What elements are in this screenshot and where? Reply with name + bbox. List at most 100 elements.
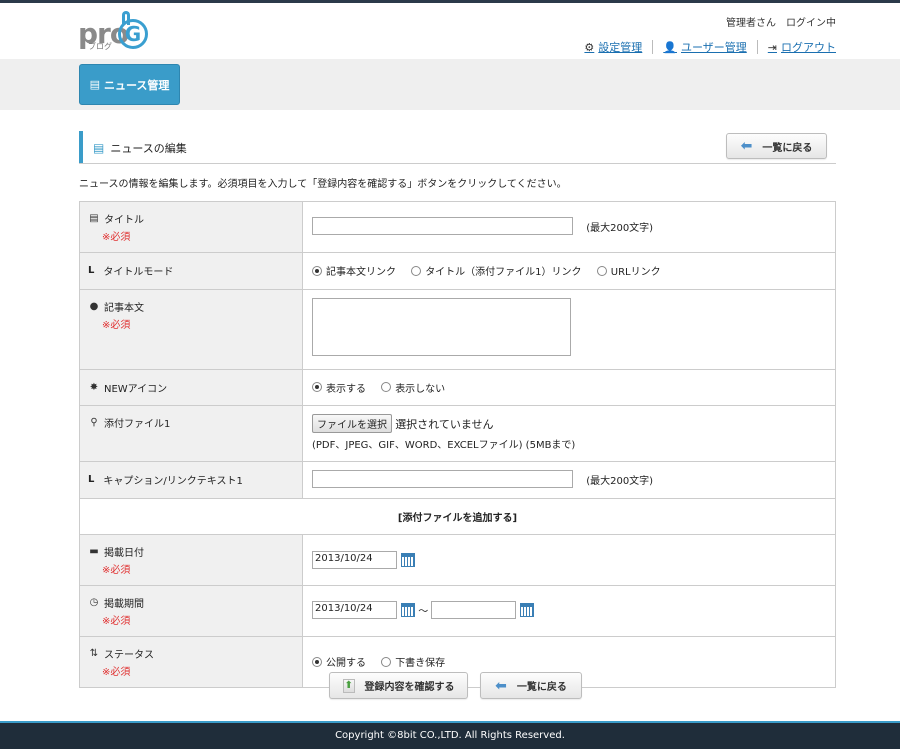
calendar-icon[interactable] bbox=[401, 553, 415, 567]
newspaper-icon: ▤ bbox=[89, 78, 100, 91]
top-nav: ⚙ 設定管理 👤 ユーザー管理 ⇥ ログアウト bbox=[574, 39, 836, 55]
title-mode-radio-attachment[interactable]: タイトル（添付ファイル1）リンク bbox=[411, 263, 582, 278]
title-mode-radio-article[interactable]: 記事本文リンク bbox=[312, 263, 396, 278]
attachment-label: 添付ファイル1 bbox=[104, 419, 171, 430]
user-management-link[interactable]: 👤 ユーザー管理 bbox=[653, 39, 756, 55]
speech-bubble-icon: ● bbox=[89, 300, 99, 312]
logout-icon: ⇥ bbox=[767, 40, 777, 54]
page-description: ニュースの情報を編集します。必須項目を入力して「登録内容を確認する」ボタンをクリ… bbox=[79, 179, 567, 190]
title-input[interactable] bbox=[312, 217, 573, 235]
clock-icon: ◷ bbox=[89, 597, 99, 608]
form-row-caption: L キャプション/リンクテキスト1 (最大200文字) bbox=[79, 461, 836, 499]
user-icon: 👤 bbox=[663, 40, 677, 54]
logout-link[interactable]: ⇥ ログアウト bbox=[758, 39, 836, 55]
form-row-body: ● 記事本文 ※必須 bbox=[79, 288, 836, 370]
radio-icon bbox=[596, 265, 607, 276]
copyright: Copyright ©8bit CO.,LTD. All Rights Rese… bbox=[335, 730, 565, 741]
back-label: 一覧に戻る bbox=[516, 682, 567, 693]
required-mark: ※必須 bbox=[102, 616, 131, 627]
new-icon-label: NEWアイコン bbox=[104, 383, 168, 395]
radio-label: タイトル（添付ファイル1）リンク bbox=[425, 267, 582, 278]
period-label-cell: ◷ 掲載期間 ※必須 bbox=[79, 585, 303, 637]
document-icon: ▤ bbox=[89, 213, 99, 224]
section-header: ▤ ニュースの編集 bbox=[79, 131, 836, 164]
back-to-list-bottom-button[interactable]: ⬅ 一覧に戻る bbox=[480, 672, 582, 699]
calendar-icon[interactable] bbox=[401, 603, 415, 617]
title-mode-label: タイトルモード bbox=[103, 267, 174, 278]
settings-link-label: 設定管理 bbox=[598, 41, 643, 54]
body-value-cell bbox=[302, 288, 836, 370]
period-end-input[interactable] bbox=[431, 601, 517, 619]
settings-link[interactable]: ⚙ 設定管理 bbox=[574, 39, 652, 55]
required-mark: ※必須 bbox=[102, 319, 131, 331]
radio-icon bbox=[312, 382, 322, 392]
news-management-button[interactable]: ▤ ニュース管理 bbox=[79, 64, 180, 105]
upload-icon bbox=[342, 678, 355, 693]
form-row-new-icon: ✸ NEWアイコン 表示する 表示しない bbox=[79, 368, 836, 406]
radio-label: 公開する bbox=[326, 658, 366, 669]
caption-label-cell: L キャプション/リンクテキスト1 bbox=[79, 461, 303, 499]
star-burst-icon: ✸ bbox=[89, 381, 99, 393]
file-note: (PDF、JPEG、GIF、WORD、EXCELファイル) (5MBまで) bbox=[312, 440, 576, 451]
page-title: ▤ ニュースの編集 bbox=[93, 140, 187, 156]
new-icon-radio-hide[interactable]: 表示しない bbox=[381, 380, 445, 395]
newspaper-icon: ▤ bbox=[93, 141, 105, 155]
new-icon-radio-show[interactable]: 表示する bbox=[312, 380, 366, 395]
news-management-label: ニュース管理 bbox=[103, 78, 170, 92]
status-label: ステータス bbox=[104, 650, 154, 661]
body-textarea[interactable] bbox=[312, 297, 571, 356]
radio-label: 下書き保存 bbox=[395, 658, 446, 669]
confirm-label: 登録内容を確認する bbox=[364, 682, 455, 693]
form-row-attachment: ⚲ 添付ファイル1 ファイルを選択 選択されていません (PDF、JPEG、GIF… bbox=[79, 405, 836, 462]
logo-subtext: ブログ bbox=[88, 42, 112, 51]
attachment-label-cell: ⚲ 添付ファイル1 bbox=[79, 405, 303, 462]
confirm-button[interactable]: 登録内容を確認する bbox=[329, 672, 468, 699]
required-mark: ※必須 bbox=[102, 667, 131, 678]
calendar-icon[interactable] bbox=[520, 603, 535, 617]
form-row-post-date: ▬ 掲載日付 ※必須 2013/10/24 bbox=[79, 534, 836, 586]
add-attachment-cell: [添付ファイルを追加する] bbox=[79, 498, 836, 535]
choose-file-button[interactable]: ファイルを選択 bbox=[312, 414, 392, 433]
title-mode-radio-url[interactable]: URLリンク bbox=[596, 263, 661, 278]
back-label: 一覧に戻る bbox=[762, 142, 813, 154]
post-date-input[interactable]: 2013/10/24 bbox=[312, 551, 397, 569]
title-mode-value-cell: 記事本文リンク タイトル（添付ファイル1）リンク URLリンク bbox=[302, 252, 836, 290]
status-radio-publish[interactable]: 公開する bbox=[312, 654, 366, 669]
body-label: 記事本文 bbox=[104, 302, 144, 314]
add-attachment-link[interactable]: [添付ファイルを追加する] bbox=[398, 513, 517, 524]
logo[interactable]: pro ブログ G bbox=[78, 11, 150, 57]
required-mark: ※必須 bbox=[102, 565, 131, 576]
title-value-cell: (最大200文字) bbox=[302, 201, 836, 253]
back-to-list-button[interactable]: ⬅ 一覧に戻る bbox=[726, 133, 827, 159]
radio-icon bbox=[381, 656, 392, 667]
status-radio-draft[interactable]: 下書き保存 bbox=[381, 654, 445, 669]
logo-g: G bbox=[118, 19, 148, 49]
arrow-left-icon: ⬅ bbox=[740, 138, 753, 154]
file-status: 選択されていません bbox=[395, 418, 494, 431]
post-date-label: 掲載日付 bbox=[104, 548, 144, 559]
footer: Copyright ©8bit CO.,LTD. All Rights Rese… bbox=[0, 721, 900, 749]
period-start-input[interactable]: 2013/10/24 bbox=[312, 601, 397, 619]
form-row-add-attachment: [添付ファイルを追加する] bbox=[79, 498, 836, 535]
radio-icon bbox=[411, 265, 422, 276]
folder-icon: ▬ bbox=[89, 546, 99, 557]
radio-label: 表示しない bbox=[395, 383, 446, 395]
title-label-cell: ▤ タイトル ※必須 bbox=[79, 201, 303, 253]
caption-note: (最大200文字) bbox=[586, 475, 654, 487]
radio-label: 表示する bbox=[326, 383, 366, 395]
news-form: ▤ タイトル ※必須 (最大200文字) L タイトルモード 記事本文リンク タイト… bbox=[79, 201, 836, 688]
body-label-cell: ● 記事本文 ※必須 bbox=[79, 288, 303, 370]
header: pro ブログ G 管理者さん ログイン中 ⚙ 設定管理 👤 ユーザー管理 ⇥ ログア… bbox=[0, 3, 900, 59]
post-date-value-cell: 2013/10/24 bbox=[302, 534, 836, 586]
radio-icon bbox=[381, 382, 392, 392]
period-value-cell: 2013/10/24 ～ bbox=[302, 585, 836, 637]
period-separator: ～ bbox=[418, 606, 429, 618]
period-label: 掲載期間 bbox=[104, 599, 144, 610]
gear-icon: ⚙ bbox=[584, 40, 595, 54]
radio-label: URLリンク bbox=[610, 267, 661, 278]
post-date-label-cell: ▬ 掲載日付 ※必須 bbox=[79, 534, 303, 586]
login-status: 管理者さん ログイン中 bbox=[726, 18, 836, 29]
page-title-text: ニュースの編集 bbox=[110, 142, 187, 155]
section-accent bbox=[79, 131, 83, 163]
caption-input[interactable] bbox=[312, 470, 573, 488]
